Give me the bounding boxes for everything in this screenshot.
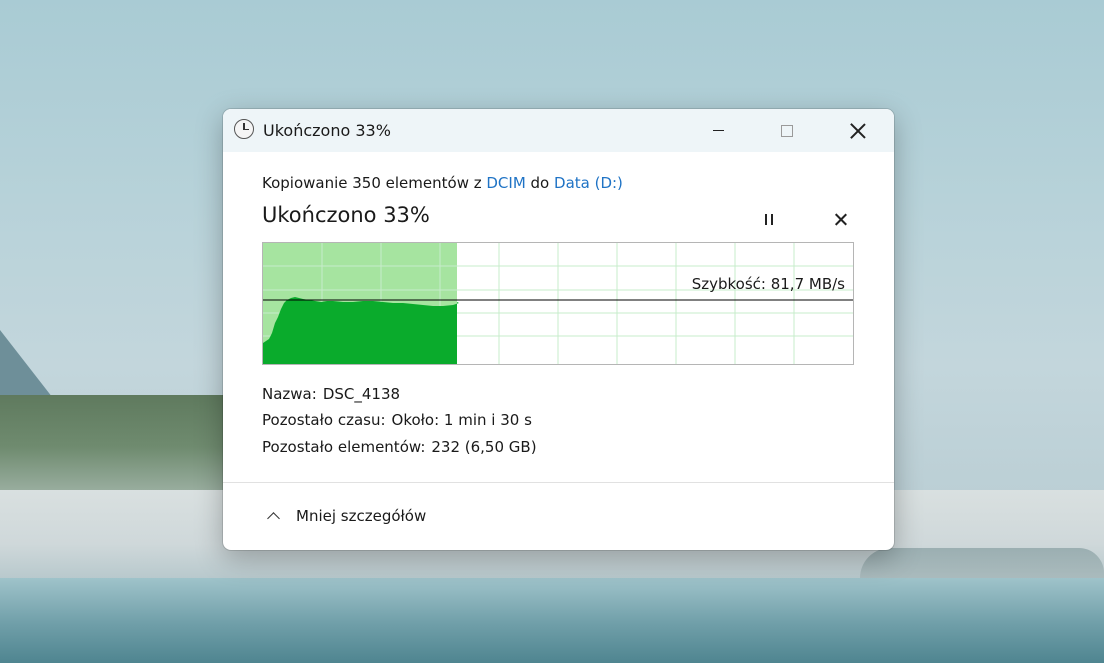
title-bar[interactable]: Ukończono 33% [223, 109, 894, 152]
minimize-button[interactable] [695, 109, 741, 152]
detail-items-label: Pozostało elementów: [262, 438, 426, 456]
copy-description: Kopiowanie 350 elementów z DCIM do Data … [262, 174, 623, 192]
background-water [0, 578, 1104, 663]
cancel-button[interactable] [827, 205, 855, 233]
maximize-button[interactable] [764, 109, 810, 152]
speed-graph: Szybkość: 81,7 MB/s [262, 242, 854, 365]
background-far-hills [860, 548, 1104, 578]
clock-icon [234, 119, 254, 139]
speed-graph-canvas [263, 243, 853, 364]
pause-icon [771, 213, 773, 225]
pause-button[interactable] [755, 205, 783, 233]
close-button[interactable] [835, 109, 881, 152]
cancel-icon [835, 213, 847, 225]
window-title: Ukończono 33% [263, 121, 391, 140]
detail-time: Pozostało czasu: Około: 1 min i 30 s [262, 411, 532, 429]
detail-items-value: 232 (6,50 GB) [431, 438, 537, 456]
maximize-icon [781, 124, 793, 137]
copy-middle: do [525, 174, 555, 192]
fewer-details-button[interactable]: Mniej szczegółów [263, 503, 426, 529]
close-icon [850, 123, 866, 139]
progress-title: Ukończono 33% [262, 203, 430, 227]
chevron-up-icon [267, 512, 280, 525]
detail-time-value: Około: 1 min i 30 s [391, 411, 532, 429]
detail-name-value: DSC_4138 [322, 385, 401, 403]
speed-label: Szybkość: 81,7 MB/s [691, 275, 845, 293]
detail-items: Pozostało elementów: 232 (6,50 GB) [262, 438, 537, 456]
copy-progress-dialog: Ukończono 33% Kopiowanie 350 elementów z… [223, 109, 894, 550]
pause-icon [765, 213, 767, 225]
detail-time-label: Pozostało czasu: [262, 411, 386, 429]
minimize-icon [712, 129, 724, 132]
detail-name: Nazwa: DSC_4138 [262, 385, 400, 403]
copy-prefix: Kopiowanie 350 elementów z [262, 174, 487, 192]
throughput-area [263, 297, 459, 364]
footer-separator [223, 482, 894, 483]
destination-link[interactable]: Data (D:) [554, 174, 623, 192]
fewer-details-label: Mniej szczegółów [296, 507, 427, 525]
source-link[interactable]: DCIM [486, 174, 525, 192]
detail-name-label: Nazwa: [262, 385, 317, 403]
